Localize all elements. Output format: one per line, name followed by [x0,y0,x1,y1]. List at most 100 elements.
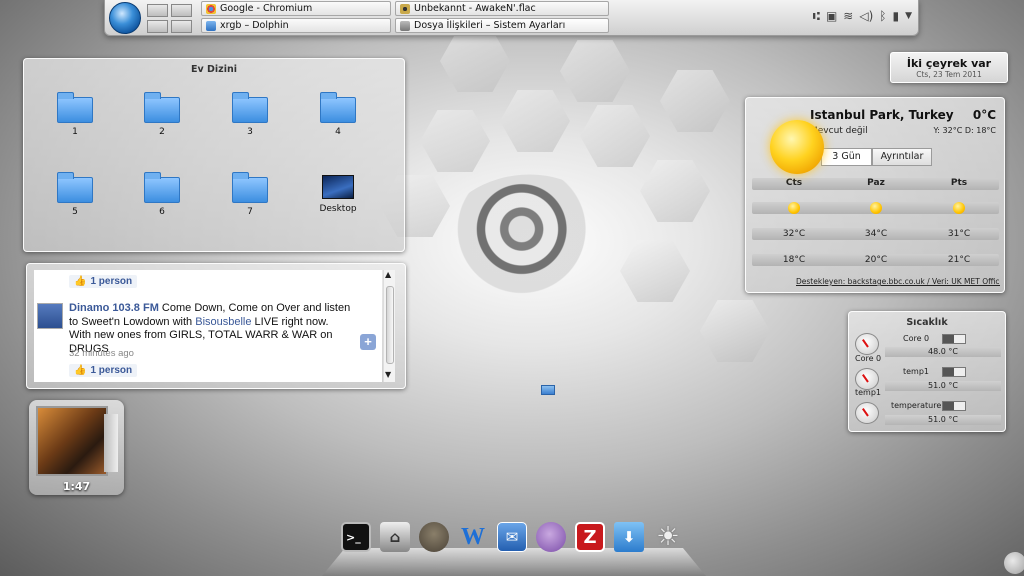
clock-time: İki çeyrek var [906,57,992,70]
folder-icon [57,172,93,203]
like-count: 1 person [90,365,133,376]
widget-title: Ev Dizini [191,64,237,75]
audio-player-icon [400,3,410,14]
sensor-level-fill [943,368,955,376]
pager-desktop[interactable] [171,20,192,33]
wallpaper-hexagon [700,300,770,362]
dock-filezilla[interactable]: Z [572,519,608,555]
bluetooth-icon[interactable]: ᛒ [879,9,886,23]
clock-widget[interactable]: İki çeyrek var Cts, 23 Tem 2011 [890,52,1008,83]
dock-gimp[interactable] [416,519,452,555]
feed-scrollbar[interactable]: ▲ ▼ [383,270,395,382]
mail-icon: ✉ [497,522,527,552]
pager-desktop[interactable] [147,20,168,33]
dock: >_ ⌂ W ✉ Z ⬇ ☀ [338,519,686,559]
wallpaper-hexagon [580,105,650,167]
folder-item[interactable]: 5 [45,172,105,217]
task-system-settings[interactable]: Dosya İlişkileri – Sistem Ayarları [395,18,609,33]
system-settings-icon [400,20,410,31]
thumbs-up-icon: 👍 [74,276,87,287]
folder-item[interactable]: 1 [45,92,105,137]
pager-desktop[interactable] [147,4,168,17]
forecast-high: 32°C [782,229,806,239]
clock-date: Cts, 23 Tem 2011 [916,70,982,79]
folder-item[interactable]: 6 [132,172,192,217]
thumbs-up-icon: 👍 [74,365,87,376]
settings-sun-icon: ☀ [656,522,680,552]
post-mention[interactable]: Bisousbelle [195,316,251,328]
forecast-low: 18°C [782,255,806,265]
application-launcher-icon[interactable] [109,2,141,34]
task-audio-player[interactable]: Unbekannt - AwakeN'.flac [395,1,609,16]
now-playing-widget[interactable]: 1:47 [29,400,124,495]
folder-label: 4 [335,127,341,137]
desktop-item[interactable]: Desktop [308,175,368,214]
battery-icon[interactable]: ▮ [892,9,899,23]
folder-item[interactable]: 2 [132,92,192,137]
installer-icon: ⬇ [614,522,644,552]
task-label: xrgb – Dolphin [220,20,289,31]
dock-installer[interactable]: ⬇ [611,519,647,555]
folder-label: 5 [72,207,78,217]
folder-icon [232,92,268,123]
folder-item[interactable]: 4 [308,92,368,137]
sensor-level-fill [943,402,955,410]
like-badge[interactable]: 👍 1 person [69,275,138,288]
feed-list[interactable]: 👍 1 person Dinamo 103.8 FM Come Down, Co… [34,270,382,382]
klipper-icon[interactable]: ⑆ [813,9,820,23]
elapsed-time: 1:47 [62,480,91,493]
post-timestamp: 32 minutes ago [69,348,134,359]
sunny-icon [870,202,882,214]
post-author[interactable]: Dinamo 103.8 FM [69,302,159,314]
gauge-icon [855,368,879,390]
like-count: 1 person [90,276,133,287]
task-chromium[interactable]: Google - Chromium [201,1,391,16]
widget-title: Sıcaklık [906,317,948,328]
tray-expand-icon[interactable]: ▼ [905,11,912,21]
word-processor-icon: W [461,523,485,550]
wallpaper-hexagon [560,40,630,102]
wallpaper-hexagon [500,90,570,152]
desktop-file-icon[interactable] [541,385,555,395]
weather-location: Istanbul Park, Turkey [810,108,954,122]
folder-item[interactable]: 7 [220,172,280,217]
dock-mail[interactable]: ✉ [494,519,530,555]
folder-item[interactable]: 3 [220,92,280,137]
dock-terminal[interactable]: >_ [338,519,374,555]
dock-pidgin[interactable] [533,519,569,555]
avatar[interactable] [37,303,63,329]
forecast-low: 20°C [864,255,888,265]
wifi-icon[interactable]: ≋ [843,9,853,23]
scroll-down-icon[interactable]: ▼ [385,370,391,379]
scrollbar-thumb[interactable] [386,286,394,364]
folder-icon [57,92,93,123]
forecast-day: Paz [867,178,885,188]
pager-desktop[interactable] [171,4,192,17]
folder-label: 2 [159,127,165,137]
cashew-icon[interactable] [1004,552,1024,574]
dock-settings[interactable]: ☀ [650,519,686,555]
volume-icon[interactable]: ◁) [859,9,873,23]
scroll-up-icon[interactable]: ▲ [385,270,391,279]
tab-3-day[interactable]: 3 Gün [821,148,872,166]
like-badge[interactable]: 👍 1 person [69,364,138,377]
sensor-name: Core 0 [903,334,930,343]
folder-icon [232,172,268,203]
folder-icon [144,172,180,203]
tab-details[interactable]: Ayrıntılar [872,148,932,166]
desktop-pager[interactable] [147,3,193,33]
folder-label: Desktop [319,204,357,214]
reply-button[interactable]: + [360,334,376,350]
task-dolphin[interactable]: xrgb – Dolphin [201,18,391,33]
clipboard-icon[interactable]: ▣ [826,9,837,23]
dock-home[interactable]: ⌂ [377,519,413,555]
weather-credit-link[interactable]: Destekleyen: backstage.bbc.co.uk / Veri:… [796,277,1000,286]
sensor-value: 51.0 °C [885,381,1001,391]
sensor-value: 48.0 °C [885,347,1001,357]
high-low: Y: 32°C D: 18°C [933,126,996,135]
folder-label: 6 [159,207,165,217]
chromium-icon [206,3,216,14]
pidgin-icon [536,522,566,552]
task-label: Dosya İlişkileri – Sistem Ayarları [414,20,566,31]
dock-word-processor[interactable]: W [455,519,491,555]
